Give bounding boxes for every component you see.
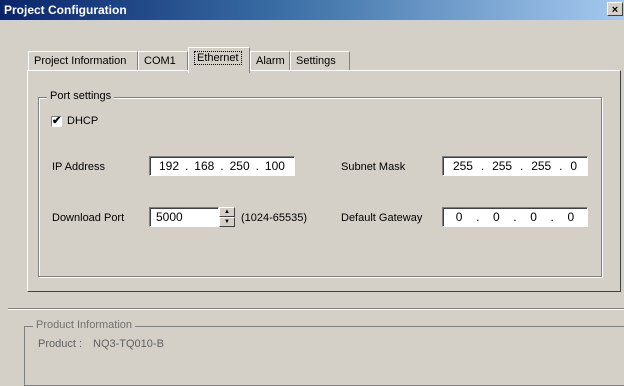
dhcp-label: DHCP — [67, 115, 99, 127]
tab-label: Settings — [296, 55, 336, 67]
title-bar: Project Configuration × — [0, 0, 624, 20]
gateway-octet: 0 — [567, 210, 575, 224]
checkmark-icon: ✔ — [52, 115, 62, 127]
close-button[interactable]: × — [607, 2, 623, 16]
default-gateway-label: Default Gateway — [341, 212, 423, 224]
gateway-octet: 0 — [493, 210, 500, 224]
tab-alarm[interactable]: Alarm — [250, 51, 290, 71]
gateway-octet: 0 — [455, 210, 463, 224]
ip-address-label: IP Address — [52, 161, 105, 173]
subnet-mask-field[interactable]: 255. 255. 255. 0 — [442, 156, 588, 176]
tab-project-information[interactable]: Project Information — [28, 51, 138, 71]
subnet-octet: 0 — [570, 159, 577, 173]
window-title: Project Configuration — [4, 3, 127, 17]
spin-down-arrow-icon[interactable]: ▼ — [219, 217, 235, 227]
close-icon: × — [611, 4, 619, 16]
ip-octet: 250 — [229, 159, 250, 173]
port-settings-legend: Port settings — [47, 90, 115, 102]
ethernet-tab-page: Port settings ✔ DHCP IP Address 192. 168… — [27, 70, 621, 292]
subnet-octet: 255 — [452, 159, 473, 173]
gateway-octet: 0 — [530, 210, 537, 224]
ip-octet: 192 — [158, 159, 180, 173]
product-label: Product : — [38, 338, 83, 350]
download-port-value: 5000 — [156, 210, 183, 224]
ip-octet: 100 — [264, 159, 285, 173]
download-port-label: Download Port — [52, 212, 125, 224]
tab-label: Project Information — [34, 55, 127, 67]
product-value: NQ3-TQ010-B — [93, 338, 164, 350]
subnet-octet: 255 — [531, 159, 552, 173]
section-divider — [8, 308, 624, 310]
tab-settings[interactable]: Settings — [290, 51, 350, 71]
download-port-range: (1024-65535) — [241, 212, 308, 224]
subnet-mask-label: Subnet Mask — [341, 161, 406, 173]
tab-ethernet[interactable]: Ethernet — [188, 47, 250, 73]
download-port-input[interactable]: 5000 — [149, 207, 219, 227]
port-settings-group: Port settings ✔ DHCP IP Address 192. 168… — [38, 90, 602, 277]
subnet-octet: 255 — [492, 159, 513, 173]
ip-octet: 168 — [194, 159, 215, 173]
product-information-group: Product Information Product : NQ3-TQ010-… — [24, 319, 624, 386]
tab-label: Alarm — [256, 55, 285, 67]
tab-label: COM1 — [144, 55, 176, 67]
tab-com1[interactable]: COM1 — [138, 51, 188, 71]
download-port-spinner[interactable]: ▲ ▼ — [219, 207, 235, 227]
tab-label: Ethernet — [194, 51, 242, 65]
product-information-legend: Product Information — [33, 319, 135, 331]
ip-address-field[interactable]: 192. 168. 250. 100 — [149, 156, 295, 176]
dhcp-checkbox[interactable]: ✔ — [51, 116, 62, 127]
spin-up-arrow-icon[interactable]: ▲ — [219, 207, 235, 217]
default-gateway-field[interactable]: 0. 0. 0. 0 — [442, 207, 588, 227]
